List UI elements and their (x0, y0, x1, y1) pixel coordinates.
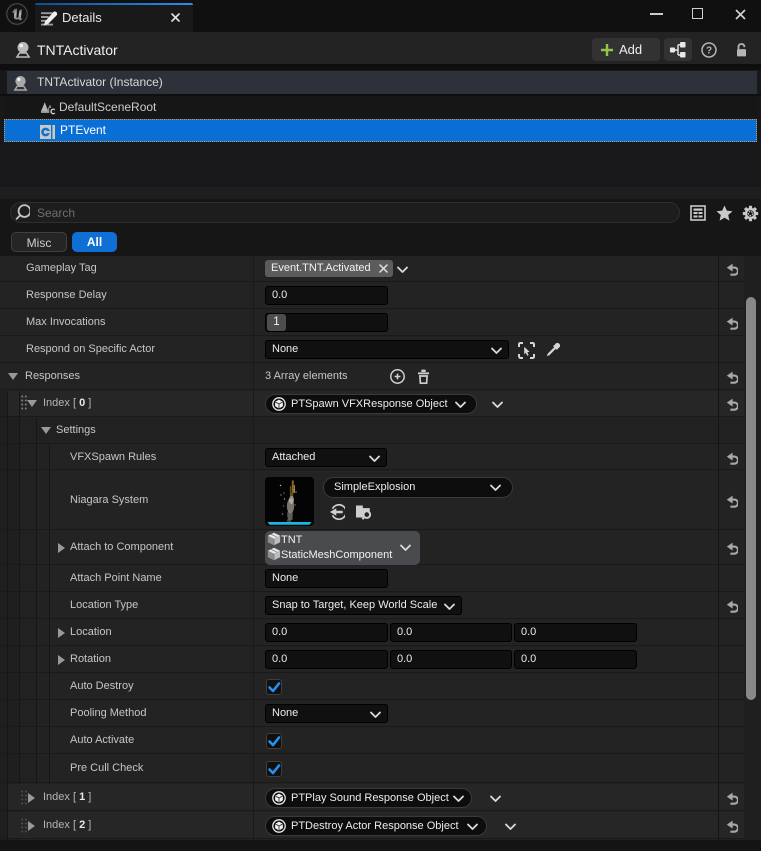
svg-text:?: ? (706, 46, 712, 57)
